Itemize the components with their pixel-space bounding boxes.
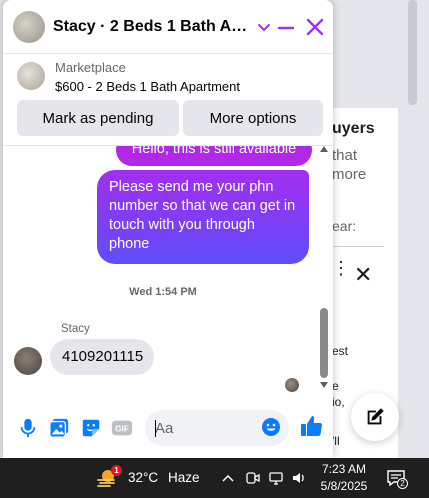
background-card-text: 'll — [332, 434, 340, 448]
chevron-up-icon[interactable] — [220, 470, 236, 486]
background-card-text: est — [332, 344, 349, 358]
chat-header[interactable]: Stacy · 2 Beds 1 Bath Apartment — [3, 0, 333, 54]
weather-temperature[interactable]: 32°C — [128, 470, 158, 485]
message-list[interactable]: Hello, this is still available Please se… — [3, 146, 333, 396]
chevron-down-icon[interactable] — [257, 20, 271, 34]
composer: GIF — [3, 400, 333, 458]
more-options-button[interactable]: More options — [183, 100, 323, 136]
new-message-button[interactable] — [351, 393, 399, 441]
volume-icon[interactable] — [291, 470, 307, 486]
listing-banner: Marketplace $600 - 2 Beds 1 Bath Apartme… — [3, 54, 333, 146]
more-icon[interactable]: ⋮ — [332, 258, 350, 279]
received-message: 4109201115 — [50, 339, 154, 375]
gif-icon[interactable]: GIF — [111, 417, 133, 439]
seen-avatar — [285, 378, 299, 392]
sent-message: Hello, this is still available — [116, 146, 312, 166]
listing-source: Marketplace — [55, 60, 126, 75]
listing-title[interactable]: $600 - 2 Beds 1 Bath Apartment — [55, 79, 240, 94]
clock-time[interactable]: 7:23 AM — [316, 462, 372, 476]
background-card-title: uyers — [332, 120, 375, 137]
meet-now-icon[interactable] — [245, 470, 261, 486]
svg-text:GIF: GIF — [115, 425, 129, 434]
chat-window: Stacy · 2 Beds 1 Bath Apartment Marketpl… — [3, 0, 333, 458]
image-icon[interactable] — [48, 417, 70, 439]
sticker-icon[interactable] — [80, 417, 102, 439]
compose-icon — [367, 408, 384, 425]
scrollbar-thumb[interactable] — [320, 308, 328, 378]
mark-as-pending-button[interactable]: Mark as pending — [17, 100, 179, 136]
sender-name: Stacy — [61, 323, 90, 335]
emoji-icon[interactable] — [261, 417, 281, 437]
network-icon[interactable] — [268, 470, 284, 486]
background-card-text: e io, — [332, 379, 345, 409]
message-scrollbar[interactable] — [318, 146, 330, 396]
avatar[interactable] — [13, 10, 45, 43]
notification-count-badge: 2 — [397, 478, 408, 489]
background-card-text: that more — [332, 147, 367, 183]
page-scrollbar[interactable] — [408, 0, 417, 105]
chat-title[interactable]: Stacy · 2 Beds 1 Bath Apartment — [53, 18, 249, 36]
taskbar: 1 32°C Haze 7:23 AM 5/8/2025 2 — [0, 458, 429, 498]
sent-message: Please send me your phn number so that w… — [97, 170, 309, 264]
clock-date[interactable]: 5/8/2025 — [316, 479, 372, 493]
weather-alert-badge: 1 — [111, 465, 122, 476]
divider — [332, 246, 384, 247]
scroll-down-icon[interactable] — [320, 382, 328, 388]
text-cursor — [155, 420, 156, 437]
avatar[interactable] — [14, 347, 42, 375]
close-icon[interactable] — [305, 17, 325, 37]
scroll-up-icon[interactable] — [320, 146, 328, 152]
background-card-text: ear: — [332, 218, 357, 234]
minimize-icon[interactable] — [277, 19, 295, 37]
message-timestamp: Wed 1:54 PM — [129, 286, 197, 298]
microphone-icon[interactable] — [17, 417, 39, 439]
close-icon[interactable]: ✕ — [354, 262, 372, 288]
listing-thumbnail[interactable] — [17, 62, 45, 90]
thumbs-up-icon[interactable] — [299, 414, 323, 438]
weather-condition[interactable]: Haze — [168, 470, 200, 485]
